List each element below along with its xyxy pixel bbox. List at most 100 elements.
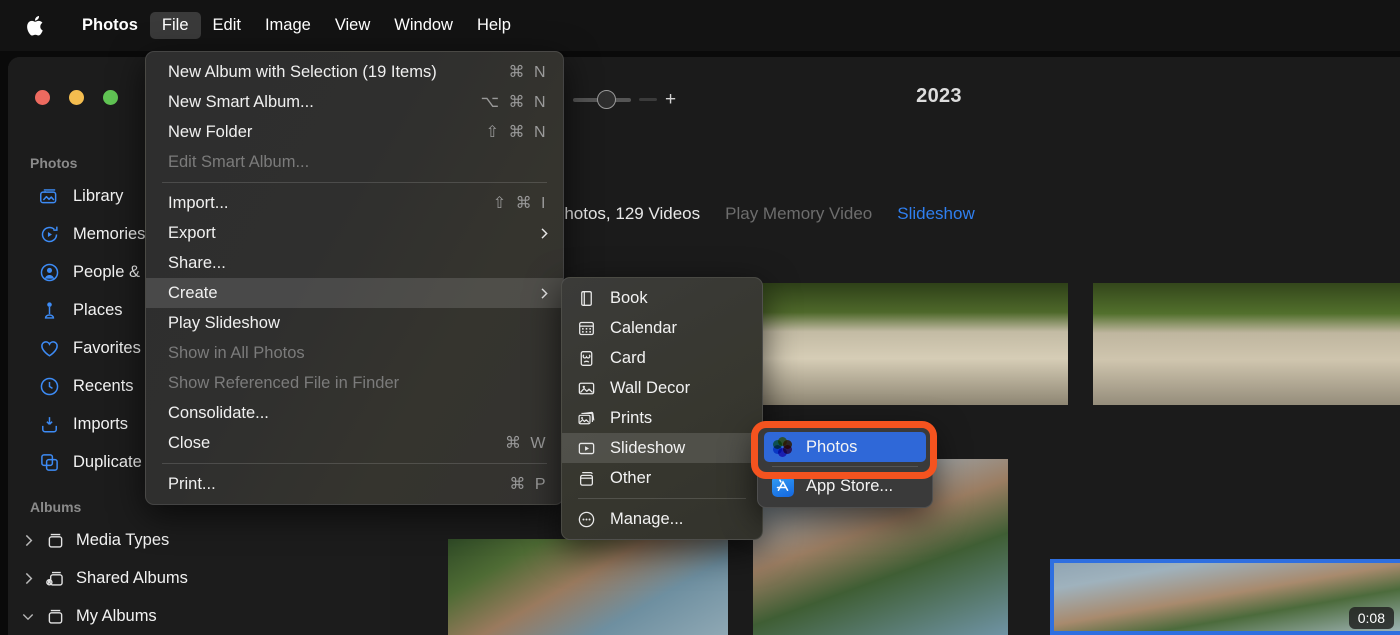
album-icon	[44, 529, 66, 551]
sidebar-item-label: Places	[73, 300, 123, 319]
places-pin-icon	[38, 299, 60, 321]
chevron-right-icon	[540, 287, 548, 300]
photo-thumbnail	[448, 539, 728, 635]
menu-item-label: New Album with Selection (19 Items)	[168, 62, 437, 81]
close-button[interactable]	[35, 90, 50, 105]
menu-item-shortcut: ⌥ ⌘ N	[480, 94, 548, 111]
menu-item-play-slideshow[interactable]: Play Slideshow	[146, 308, 563, 338]
sidebar-item-media-types[interactable]: Media Types	[8, 521, 390, 559]
memories-icon	[38, 223, 60, 245]
library-icon	[38, 185, 60, 207]
menu-item-calendar[interactable]: Calendar	[562, 313, 762, 350]
menu-item-wall-decor[interactable]: Wall Decor	[562, 373, 762, 410]
minimize-button[interactable]	[69, 90, 84, 105]
menu-item-new-smart-album[interactable]: New Smart Album... ⌥ ⌘ N	[146, 87, 563, 117]
menubar-item-image[interactable]: Image	[253, 12, 323, 39]
menu-item-other[interactable]: Other	[562, 463, 762, 500]
menubar-item-photos[interactable]: Photos	[70, 12, 150, 39]
maximize-button[interactable]	[103, 90, 118, 105]
menu-item-card[interactable]: Card	[562, 343, 762, 380]
chevron-right-icon	[540, 227, 548, 240]
file-menu: New Album with Selection (19 Items) ⌘ N …	[145, 51, 564, 505]
menu-item-label: New Smart Album...	[168, 92, 314, 111]
sidebar-item-shared-albums[interactable]: Shared Albums	[8, 559, 390, 597]
menu-item-close[interactable]: Close ⌘ W	[146, 428, 563, 458]
prints-icon	[576, 408, 597, 429]
apple-logo-icon[interactable]	[24, 12, 48, 40]
menu-item-new-album-with-selection[interactable]: New Album with Selection (19 Items) ⌘ N	[146, 57, 563, 87]
menubar-item-view[interactable]: View	[323, 12, 382, 39]
menu-item-book[interactable]: Book	[562, 283, 762, 320]
clock-icon	[38, 375, 60, 397]
people-icon	[38, 261, 60, 283]
heart-icon	[38, 337, 60, 359]
photo-tile-selected[interactable]: 0:08	[1050, 559, 1400, 635]
chevron-down-icon[interactable]	[22, 612, 34, 621]
sidebar-item-label: Favorites	[73, 338, 141, 357]
create-submenu: Book Calendar Card Wall Decor Prints Sli…	[561, 277, 763, 540]
menubar-item-edit[interactable]: Edit	[201, 12, 253, 39]
menu-item-show-referenced-file-in-finder: Show Referenced File in Finder	[146, 368, 563, 398]
menu-item-label: Show in All Photos	[168, 343, 305, 362]
menu-item-label: Share...	[168, 253, 226, 272]
menu-separator	[578, 498, 746, 499]
sidebar-item-label: Duplicate	[73, 452, 142, 471]
menu-item-label: Print...	[168, 474, 216, 493]
sidebar-item-label: Recents	[73, 376, 134, 395]
menu-item-new-folder[interactable]: New Folder ⇧ ⌘ N	[146, 117, 563, 147]
duplicates-icon	[38, 451, 60, 473]
menu-item-slideshow[interactable]: Slideshow	[562, 433, 762, 470]
menu-item-shortcut: ⇧ ⌘ N	[485, 124, 548, 141]
menu-item-print[interactable]: Print... ⌘ P	[146, 469, 563, 499]
menu-item-export[interactable]: Export	[146, 218, 563, 248]
menu-item-label: Play Slideshow	[168, 313, 280, 332]
card-icon	[576, 348, 597, 369]
menu-item-share[interactable]: Share...	[146, 248, 563, 278]
menu-item-shortcut: ⌘ N	[508, 64, 548, 81]
photo-tile[interactable]	[448, 539, 728, 635]
menu-item-create[interactable]: Create	[146, 278, 563, 308]
menu-item-manage[interactable]: Manage...	[562, 504, 762, 534]
video-duration-badge: 0:08	[1348, 607, 1394, 629]
photo-thumbnail	[1093, 283, 1400, 405]
menu-item-label: Consolidate...	[168, 403, 269, 422]
photo-tile[interactable]	[753, 283, 1068, 405]
menubar-item-help[interactable]: Help	[465, 12, 523, 39]
other-icon	[576, 468, 597, 489]
play-memory-video-button[interactable]: Play Memory Video	[725, 204, 872, 224]
import-icon	[38, 413, 60, 435]
menu-item-label: Show Referenced File in Finder	[168, 373, 400, 392]
wall-decor-icon	[576, 378, 597, 399]
menu-item-label: Card	[610, 348, 646, 367]
manage-icon	[576, 509, 597, 530]
chevron-right-icon[interactable]	[22, 534, 34, 547]
menu-item-show-in-all-photos: Show in All Photos	[146, 338, 563, 368]
shared-album-icon	[44, 567, 66, 589]
book-icon	[576, 288, 597, 309]
chevron-right-icon[interactable]	[22, 572, 34, 585]
menu-item-import[interactable]: Import... ⇧ ⌘ I	[146, 188, 563, 218]
photo-tile[interactable]	[1093, 283, 1400, 405]
sidebar-item-label: My Albums	[76, 606, 157, 625]
menu-item-shortcut: ⌘ W	[504, 435, 548, 452]
menu-separator	[162, 463, 547, 464]
calendar-icon	[576, 318, 597, 339]
menu-item-label: Import...	[168, 193, 229, 212]
traffic-lights	[35, 90, 118, 105]
menu-bar: Photos File Edit Image View Window Help	[0, 0, 1400, 51]
menu-item-consolidate[interactable]: Consolidate...	[146, 398, 563, 428]
sidebar-item-label: Library	[73, 186, 124, 205]
sidebar-item-label: Memories	[73, 224, 146, 243]
sidebar-item-label: Media Types	[76, 530, 170, 549]
menu-item-label: Edit Smart Album...	[168, 152, 310, 171]
menubar-item-window[interactable]: Window	[382, 12, 465, 39]
menu-item-label: Book	[610, 288, 648, 307]
menu-item-prints[interactable]: Prints	[562, 403, 762, 440]
sidebar-item-label: Imports	[73, 414, 129, 433]
sidebar-item-my-albums[interactable]: My Albums	[8, 597, 390, 635]
slideshow-button[interactable]: Slideshow	[897, 204, 975, 224]
menu-item-label: Close	[168, 433, 211, 452]
menu-item-label: New Folder	[168, 122, 253, 141]
menu-item-label: Calendar	[610, 318, 677, 337]
menubar-item-file[interactable]: File	[149, 12, 201, 39]
